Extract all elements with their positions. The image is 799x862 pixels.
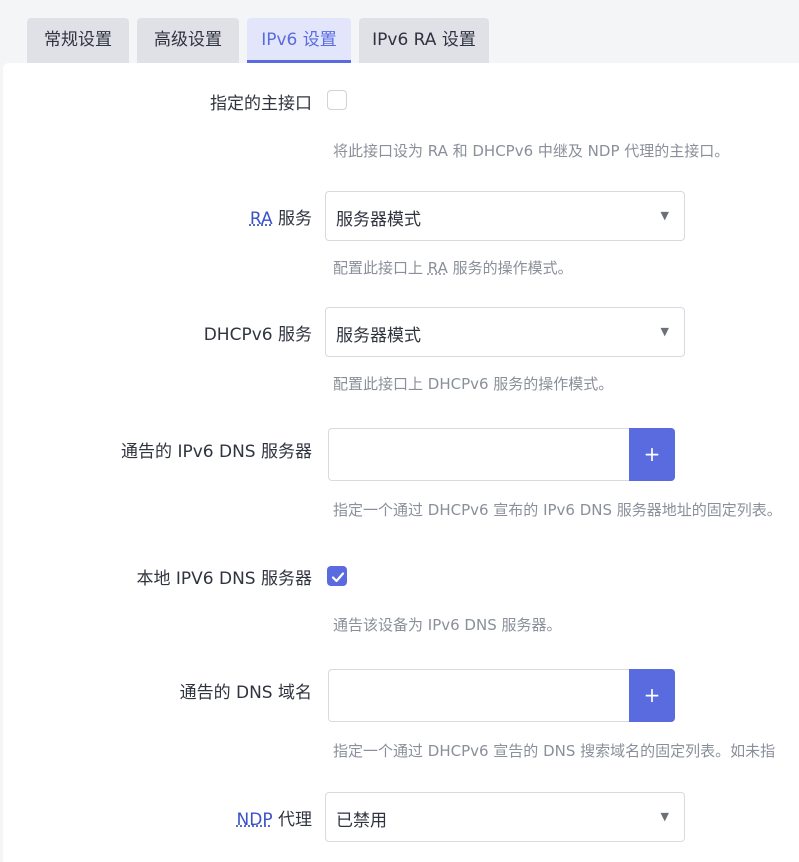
ra-service-label: RA 服务 (250, 204, 312, 229)
ndp-abbr: NDP (236, 810, 273, 830)
ra-service-select[interactable]: 服务器模式 ▼ (325, 191, 685, 241)
ipv6-dns-label: 通告的 IPv6 DNS 服务器 (121, 442, 312, 462)
ra-desc-abbr: RA (427, 259, 448, 277)
ndp-proxy-select[interactable]: 已禁用 ▼ (325, 792, 685, 842)
chevron-down-icon: ▼ (660, 810, 669, 823)
master-interface-label: 指定的主接口 (210, 94, 312, 114)
tab-bar: 常规设置 高级设置 IPv6 设置 IPv6 RA 设置 (0, 0, 799, 64)
local-ipv6-dns-description: 通告该设备为 IPv6 DNS 服务器。 (333, 616, 562, 634)
ra-desc-post: 服务的操作模式。 (447, 259, 573, 277)
dns-domain-label: 通告的 DNS 域名 (179, 683, 312, 703)
master-interface-description: 将此接口设为 RA 和 DHCPv6 中继及 NDP 代理的主接口。 (333, 142, 730, 160)
master-interface-checkbox[interactable] (327, 90, 347, 110)
dns-domain-description: 指定一个通过 DHCPv6 宣告的 DNS 搜索域名的固定列表。如未指 (333, 742, 776, 760)
ra-abbr: RA (249, 209, 273, 229)
ipv6-dns-description: 指定一个通过 DHCPv6 宣布的 IPv6 DNS 服务器地址的固定列表。 (333, 501, 782, 519)
local-ipv6-dns-checkbox[interactable] (327, 566, 347, 586)
dhcpv6-service-select[interactable]: 服务器模式 ▼ (325, 307, 685, 357)
ra-service-description: 配置此接口上 RA 服务的操作模式。 (333, 257, 573, 278)
chevron-down-icon: ▼ (660, 209, 669, 222)
tab-ipv6-settings[interactable]: IPv6 设置 (247, 18, 351, 63)
add-dns-domain-button[interactable]: + (629, 669, 675, 722)
ipv6-dns-input[interactable] (328, 428, 630, 481)
tab-ipv6-ra-settings[interactable]: IPv6 RA 设置 (359, 18, 489, 63)
dhcpv6-service-label: DHCPv6 服务 (203, 325, 312, 345)
ndp-proxy-value: 已禁用 (336, 811, 387, 831)
ra-desc-pre: 配置此接口上 (333, 259, 428, 277)
ra-service-label-text: 服务 (272, 209, 312, 229)
chevron-down-icon: ▼ (660, 325, 669, 338)
tab-general-settings[interactable]: 常规设置 (27, 18, 129, 63)
ndp-proxy-label: NDP 代理 (237, 805, 312, 830)
local-ipv6-dns-label: 本地 IPV6 DNS 服务器 (136, 569, 312, 589)
checkmark-icon (331, 572, 345, 583)
tab-advanced-settings[interactable]: 高级设置 (137, 18, 239, 63)
dhcpv6-service-value: 服务器模式 (336, 326, 421, 346)
add-ipv6-dns-button[interactable]: + (629, 428, 675, 481)
ra-service-value: 服务器模式 (336, 210, 421, 230)
ndp-proxy-label-text: 代理 (272, 810, 312, 830)
dns-domain-input[interactable] (328, 669, 630, 722)
dhcpv6-service-description: 配置此接口上 DHCPv6 服务的操作模式。 (333, 375, 614, 393)
